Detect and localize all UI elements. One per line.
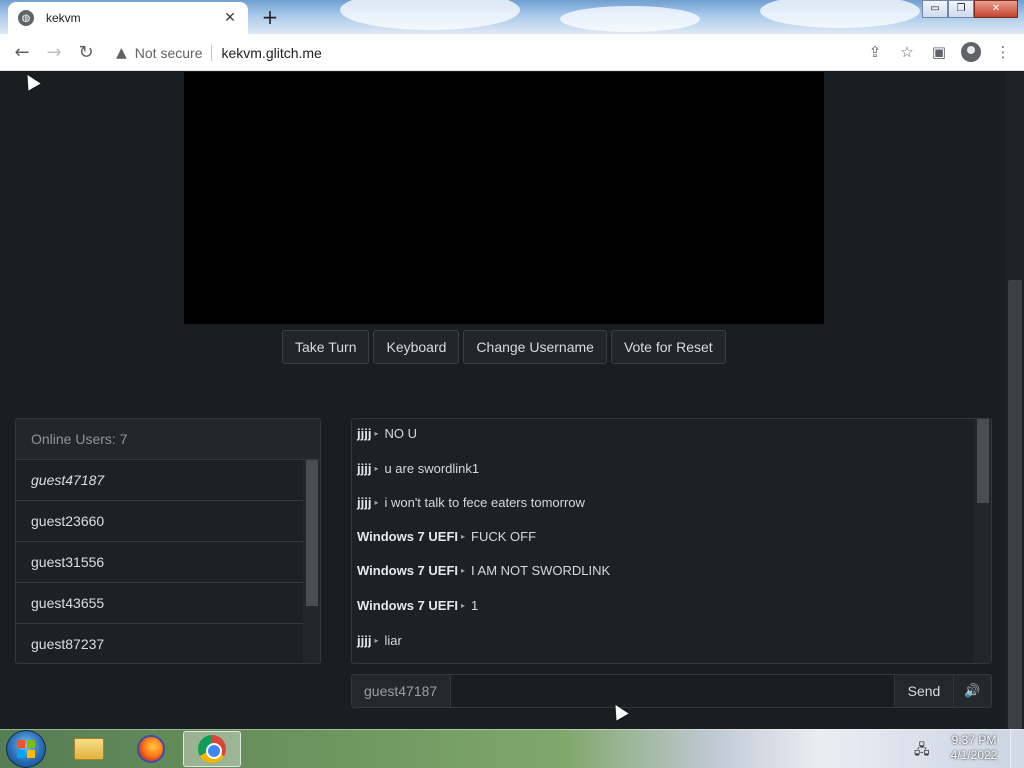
clock-time: 9:37 PM bbox=[951, 733, 997, 747]
browser-titlebar: ◍ kekvm ✕ + ▭ ❐ ✕ bbox=[0, 0, 1024, 34]
chevron-right-icon: ▸ bbox=[374, 636, 379, 645]
chat-panel: jjjj ▸ NO U jjjj ▸ u are swordlink1 jjjj… bbox=[351, 418, 992, 664]
users-scrollbar[interactable] bbox=[303, 460, 320, 663]
globe-icon: ◍ bbox=[18, 10, 34, 26]
firefox-icon[interactable] bbox=[122, 731, 180, 767]
browser-tab[interactable]: ◍ kekvm ✕ bbox=[8, 2, 248, 34]
window-controls: ▭ ❐ ✕ bbox=[922, 0, 1018, 18]
speaker-icon[interactable]: 🔊 bbox=[953, 675, 991, 707]
close-window-button[interactable]: ✕ bbox=[974, 0, 1018, 18]
chat-text: liar bbox=[384, 633, 402, 648]
chrome-icon[interactable] bbox=[183, 731, 241, 767]
chat-text: u are swordlink1 bbox=[384, 461, 480, 476]
toolbar-actions: ⇪ ☆ ▣ ⋮ bbox=[862, 37, 1016, 67]
system-clock[interactable]: 9:37 PM 4/1/2022 bbox=[944, 733, 1004, 763]
chat-message: jjjj ▸ liar bbox=[357, 633, 402, 648]
vm-screen[interactable] bbox=[184, 72, 824, 324]
restore-button[interactable]: ❐ bbox=[948, 0, 974, 18]
send-button[interactable]: Send bbox=[894, 675, 953, 707]
chat-message: Windows 7 UEFI ▸ I AM NOT SWORDLINK bbox=[357, 563, 610, 578]
keyboard-button[interactable]: Keyboard bbox=[373, 330, 460, 364]
list-item[interactable]: guest31556 bbox=[16, 542, 303, 583]
chat-message: Windows 7 UEFI ▸ 1 bbox=[357, 598, 478, 613]
list-item[interactable]: guest47187 bbox=[16, 460, 303, 501]
chat-username: Windows 7 UEFI bbox=[357, 529, 458, 544]
clock-date: 4/1/2022 bbox=[950, 748, 998, 762]
chat-text: NO U bbox=[384, 426, 417, 441]
close-tab-icon[interactable]: ✕ bbox=[222, 10, 238, 26]
online-users-header: Online Users: 7 bbox=[16, 419, 320, 460]
chat-username: jjjj bbox=[357, 633, 372, 648]
username-prefix: guest47187 bbox=[352, 675, 451, 707]
chevron-right-icon: ▸ bbox=[374, 498, 379, 507]
online-users-panel: Online Users: 7 guest47187 guest23660 gu… bbox=[15, 418, 321, 664]
chat-message: jjjj ▸ NO U bbox=[357, 426, 417, 441]
chevron-right-icon: ▸ bbox=[374, 429, 379, 438]
chat-username: Windows 7 UEFI bbox=[357, 563, 458, 578]
chevron-right-icon: ▸ bbox=[461, 601, 466, 610]
start-button[interactable] bbox=[6, 730, 46, 768]
chat-text: i won't talk to fece eaters tomorrow bbox=[384, 495, 585, 510]
take-turn-button[interactable]: Take Turn bbox=[282, 330, 370, 364]
chevron-right-icon: ▸ bbox=[461, 566, 466, 575]
chat-username: Windows 7 UEFI bbox=[357, 598, 458, 613]
windows-explorer-icon[interactable] bbox=[60, 731, 118, 767]
change-username-button[interactable]: Change Username bbox=[463, 330, 607, 364]
address-bar[interactable]: ▲ Not secure kekvm.glitch.me bbox=[104, 38, 912, 67]
users-list: guest47187 guest23660 guest31556 guest43… bbox=[16, 460, 303, 663]
minimize-button[interactable]: ▭ bbox=[922, 0, 948, 18]
forward-arrow-icon[interactable]: → bbox=[38, 36, 70, 68]
url-text[interactable]: kekvm.glitch.me bbox=[221, 45, 321, 61]
chat-username: jjjj bbox=[357, 426, 372, 441]
security-label[interactable]: Not secure bbox=[135, 45, 203, 61]
vote-reset-button[interactable]: Vote for Reset bbox=[610, 330, 726, 364]
show-desktop-button[interactable] bbox=[1010, 729, 1024, 768]
chat-message: Windows 7 UEFI ▸ FUCK OFF bbox=[357, 529, 536, 544]
new-tab-button[interactable]: + bbox=[256, 5, 284, 29]
page-content: Take Turn Keyboard Change Username Vote … bbox=[0, 72, 1006, 729]
chat-scrollbar[interactable] bbox=[974, 419, 991, 663]
star-icon[interactable]: ☆ bbox=[894, 37, 920, 67]
windows-logo-icon bbox=[17, 740, 35, 758]
taskbar: 🖧 9:37 PM 4/1/2022 bbox=[0, 729, 1024, 768]
vm-controls: Take Turn Keyboard Change Username Vote … bbox=[282, 330, 726, 364]
warning-icon[interactable]: ▲ bbox=[116, 45, 127, 61]
chat-message: jjjj ▸ i won't talk to fece eaters tomor… bbox=[357, 495, 585, 510]
page-scrollbar-thumb[interactable] bbox=[1008, 280, 1022, 729]
share-icon[interactable]: ⇪ bbox=[862, 37, 888, 67]
list-item[interactable]: guest87237 bbox=[16, 624, 303, 663]
tab-title: kekvm bbox=[46, 11, 81, 25]
browser-toolbar: ← → ↻ ▲ Not secure kekvm.glitch.me ⇪ ☆ ▣… bbox=[0, 34, 1024, 71]
chevron-right-icon: ▸ bbox=[461, 532, 466, 541]
chat-text: FUCK OFF bbox=[471, 529, 537, 544]
network-icon[interactable]: 🖧 bbox=[914, 739, 930, 763]
chat-input-group: guest47187 Send 🔊 bbox=[351, 674, 992, 708]
chat-message: jjjj ▸ u are swordlink1 bbox=[357, 461, 479, 476]
chat-text: 1 bbox=[471, 598, 479, 613]
list-item[interactable]: guest43655 bbox=[16, 583, 303, 624]
list-item[interactable]: guest23660 bbox=[16, 501, 303, 542]
reload-icon[interactable]: ↻ bbox=[70, 36, 102, 68]
back-arrow-icon[interactable]: ← bbox=[6, 36, 38, 68]
chat-username: jjjj bbox=[357, 461, 372, 476]
profile-icon[interactable] bbox=[958, 37, 984, 67]
chat-username: jjjj bbox=[357, 495, 372, 510]
chevron-right-icon: ▸ bbox=[374, 464, 379, 473]
chat-messages: jjjj ▸ NO U jjjj ▸ u are swordlink1 jjjj… bbox=[352, 419, 974, 663]
chat-text: I AM NOT SWORDLINK bbox=[471, 563, 611, 578]
divider bbox=[211, 44, 213, 61]
page-scrollbar[interactable] bbox=[1006, 72, 1024, 729]
side-panel-icon[interactable]: ▣ bbox=[926, 37, 952, 67]
menu-icon[interactable]: ⋮ bbox=[990, 37, 1016, 67]
chat-input[interactable] bbox=[451, 675, 894, 707]
